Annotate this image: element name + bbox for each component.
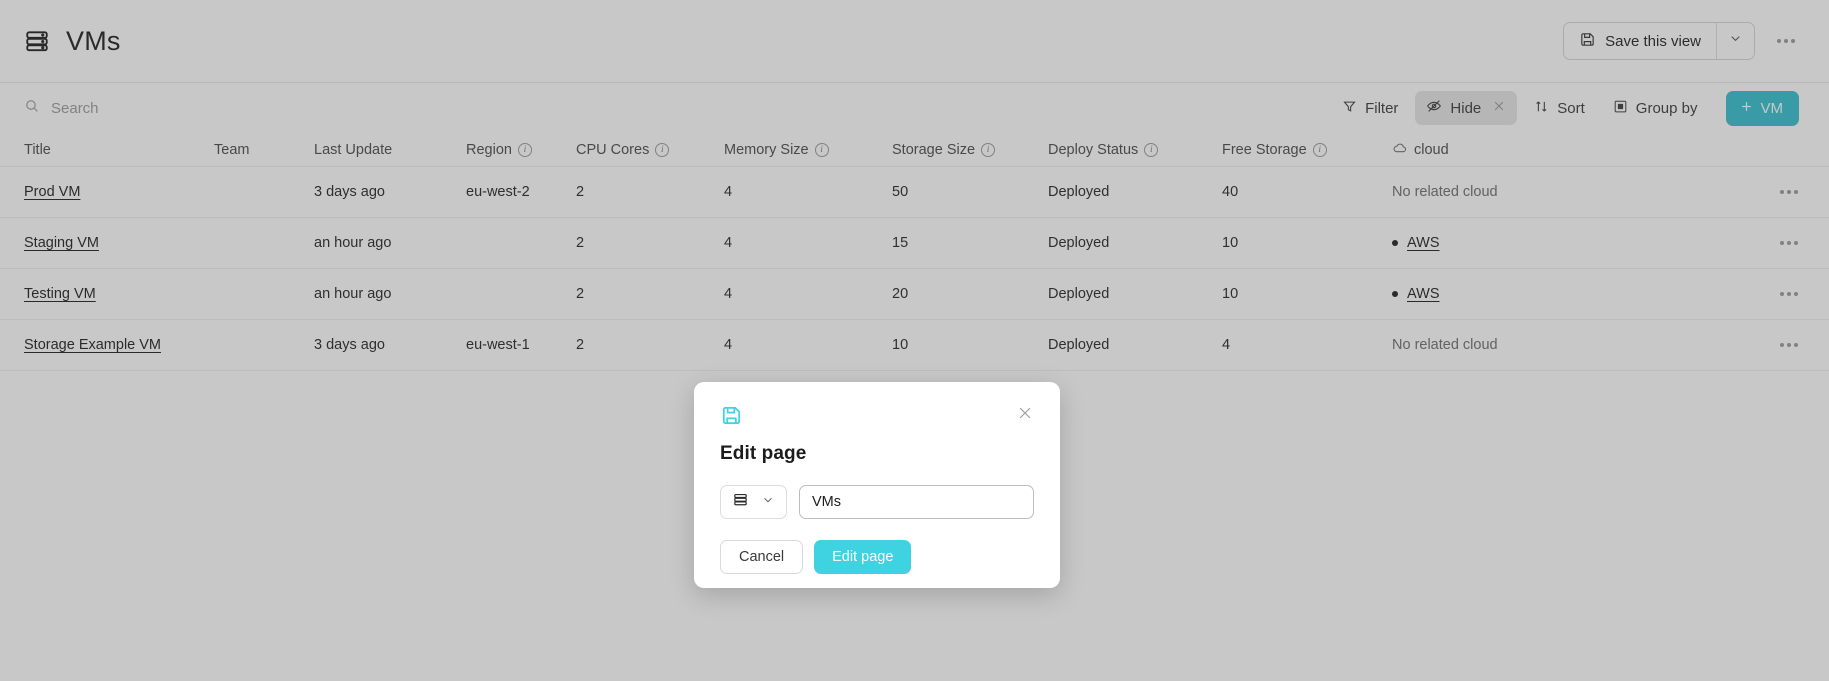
close-icon: [1016, 404, 1034, 427]
page-name-input[interactable]: [799, 485, 1034, 519]
chevron-down-icon: [761, 493, 775, 512]
close-dialog-button[interactable]: [1016, 404, 1034, 427]
cancel-button[interactable]: Cancel: [720, 540, 804, 574]
dialog-header: [720, 404, 1034, 432]
floppy-disk-icon: [720, 404, 743, 432]
dialog-title: Edit page: [720, 443, 807, 464]
page-icon-picker[interactable]: [720, 485, 787, 519]
edit-page-submit-button[interactable]: Edit page: [814, 540, 912, 574]
dialog-fields: [720, 485, 1034, 519]
app-root: VMs Save this view Search Filter Hide So…: [0, 0, 1829, 681]
dialog-actions: Cancel Edit page: [720, 540, 1034, 574]
server-stack-icon: [732, 491, 749, 513]
edit-page-dialog: Edit page Cancel E: [694, 382, 1060, 588]
